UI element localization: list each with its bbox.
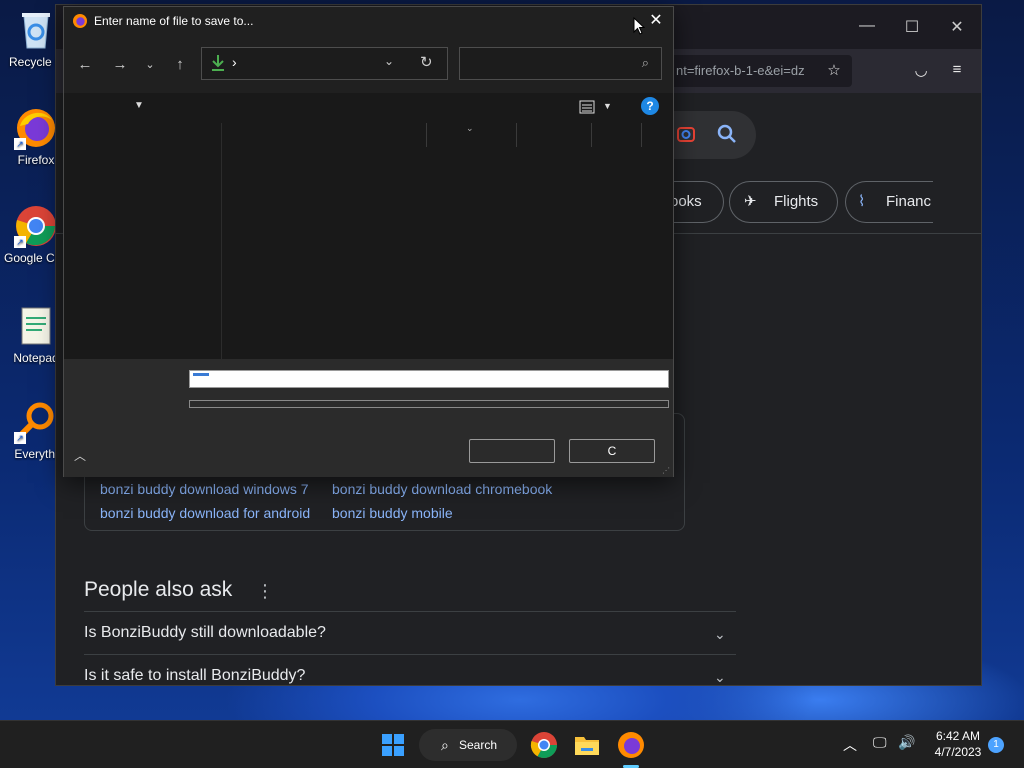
column-separator[interactable] <box>426 123 427 147</box>
notification-badge[interactable]: 1 <box>988 737 1004 753</box>
navigation-pane[interactable] <box>64 123 222 359</box>
mouse-cursor-icon <box>633 16 646 35</box>
column-separator[interactable] <box>591 123 592 147</box>
cancel-button[interactable]: C <box>569 439 655 463</box>
related-search-link[interactable]: bonzi buddy download for android <box>100 505 310 521</box>
dialog-form-area: ︿ C ⋰ <box>64 359 673 477</box>
file-browser-area: ⌄ <box>64 123 673 359</box>
file-name-input[interactable] <box>189 370 669 388</box>
paa-divider <box>84 611 736 612</box>
chrome-icon: ↗ <box>14 204 58 248</box>
save-file-dialog: Enter name of file to save to... ✕ ← → ⌄… <box>63 6 674 477</box>
column-separator[interactable] <box>641 123 642 147</box>
text-selection-highlight <box>193 373 209 376</box>
chip-books[interactable]: ooks <box>666 181 724 223</box>
chevron-down-icon[interactable]: ⌄ <box>714 626 726 643</box>
dialog-toolbar: ▼ ▼ ? <box>64 93 673 123</box>
chip-finance[interactable]: ⌇ Financ <box>845 181 933 223</box>
firefox-icon: ↗ <box>14 106 58 150</box>
dialog-title: Enter name of file to save to... <box>94 14 254 28</box>
clock-date[interactable]: 4/7/2023 <box>928 745 988 759</box>
save-button[interactable] <box>469 439 555 463</box>
firefox-icon <box>72 13 88 29</box>
clock-time[interactable]: 6:42 AM <box>928 729 988 743</box>
resize-grip-icon[interactable]: ⋰ <box>662 466 670 475</box>
windows-start-icon[interactable] <box>377 729 409 761</box>
maximize-icon[interactable]: ☐ <box>897 17 927 37</box>
search-icon: ⌕ <box>441 737 449 753</box>
close-icon[interactable]: ✕ <box>942 17 972 37</box>
minimize-icon[interactable]: — <box>852 17 882 37</box>
everything-search-icon: ↗ <box>14 400 58 444</box>
dialog-titlebar: Enter name of file to save to... ✕ <box>64 7 673 37</box>
back-arrow-icon[interactable]: ← <box>73 53 97 77</box>
menu-icon[interactable]: ≡ <box>946 61 968 83</box>
chevron-down-icon[interactable]: ⌄ <box>714 669 726 685</box>
save-as-type-select[interactable] <box>189 400 669 408</box>
network-icon[interactable]: 🖵 <box>873 734 887 751</box>
view-dropdown-icon[interactable]: ▼ <box>603 101 612 111</box>
up-arrow-icon[interactable]: ↑ <box>168 53 192 77</box>
help-icon[interactable]: ? <box>641 97 659 115</box>
chip-label: Financ <box>886 193 932 210</box>
shortcut-arrow-icon: ↗ <box>14 432 26 444</box>
organize-dropdown-icon[interactable]: ▼ <box>134 100 144 111</box>
firefox-icon[interactable] <box>615 729 647 761</box>
notepad-icon <box>14 304 58 348</box>
close-icon[interactable]: ✕ <box>645 10 667 32</box>
finance-chart-icon: ⌇ <box>858 193 866 210</box>
dialog-navigation-bar: ← → ⌄ ↑ › ⌄ ↻ ⌕ <box>64 37 673 93</box>
taskbar-search-button[interactable]: ⌕ Search <box>419 729 517 761</box>
bookmark-star-icon[interactable]: ☆ <box>823 61 845 83</box>
shortcut-arrow-icon: ↗ <box>14 236 26 248</box>
column-separator[interactable] <box>516 123 517 147</box>
refresh-icon[interactable]: ↻ <box>420 53 433 71</box>
chip-label: Flights <box>774 193 819 210</box>
paa-divider <box>84 654 736 655</box>
hide-folders-chevron-icon[interactable]: ︿ <box>74 447 86 464</box>
taskbar-search-label: Search <box>459 738 498 752</box>
pocket-icon[interactable]: ◡ <box>910 61 932 83</box>
paa-question[interactable]: Is BonziBuddy still downloadable? <box>84 624 326 642</box>
shortcut-arrow-icon: ↗ <box>14 138 26 150</box>
view-options-icon[interactable] <box>579 99 597 115</box>
plane-icon: ✈ <box>744 193 757 210</box>
chrome-icon[interactable] <box>528 729 560 761</box>
recent-locations-chevron-icon[interactable]: ⌄ <box>138 53 162 77</box>
address-dropdown-icon[interactable]: ⌄ <box>384 54 394 68</box>
camera-lens-icon[interactable] <box>676 124 696 144</box>
paa-question[interactable]: Is it safe to install BonziBuddy? <box>84 667 305 685</box>
search-icon[interactable] <box>716 123 738 145</box>
related-search-link[interactable]: bonzi buddy download windows 7 <box>100 481 309 497</box>
address-bar[interactable]: › ⌄ ↻ <box>201 47 448 80</box>
related-search-link[interactable]: bonzi buddy download chromebook <box>332 481 552 497</box>
people-also-ask-title: People also ask <box>84 578 233 601</box>
folder-search-input[interactable]: ⌕ <box>459 47 662 80</box>
file-explorer-icon[interactable] <box>571 729 603 761</box>
related-search-link[interactable]: bonzi buddy mobile <box>332 505 453 521</box>
search-icon: ⌕ <box>641 55 649 70</box>
download-icon <box>210 54 226 72</box>
show-hidden-icons-chevron-icon[interactable]: ︿ <box>843 735 857 755</box>
breadcrumb-separator[interactable]: › <box>232 54 237 70</box>
forward-arrow-icon[interactable]: → <box>108 53 132 77</box>
sort-chevron-icon: ⌄ <box>466 123 474 133</box>
recycle-bin-icon <box>14 8 58 52</box>
chip-flights[interactable]: ✈ Flights <box>729 181 838 223</box>
taskbar: ⌕ Search ︿ 🖵 🔊 6:42 AM 4/7/2023 1 <box>0 720 1024 768</box>
volume-icon[interactable]: 🔊 <box>898 734 915 751</box>
more-options-icon[interactable]: ⋮ <box>256 581 274 602</box>
chip-label: ooks <box>670 193 702 210</box>
